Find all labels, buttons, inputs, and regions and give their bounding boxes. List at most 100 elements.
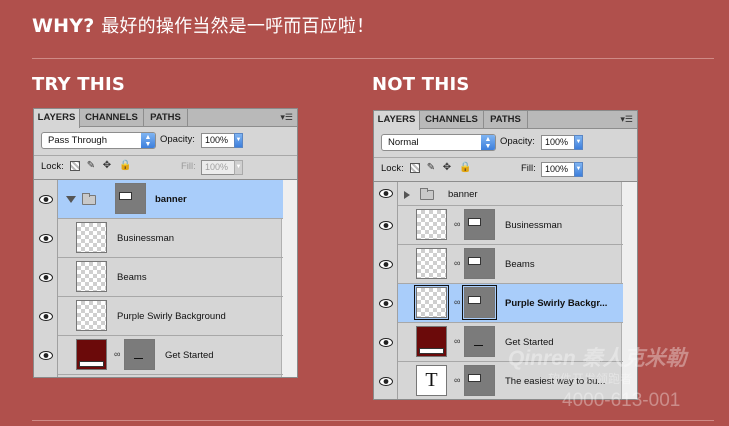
tab-layers[interactable]: LAYERS <box>34 109 80 128</box>
headline-rest: 最好的操作当然是一呼而百应啦！ <box>101 16 375 37</box>
mask-thumbnail <box>124 339 155 370</box>
lock-move-icon[interactable]: ✥ <box>102 161 112 171</box>
tab-channels[interactable]: CHANNELS <box>80 109 144 127</box>
tab-paths[interactable]: PATHS <box>144 109 188 127</box>
fill-label: Fill: <box>181 161 196 172</box>
layer-name: Businessman <box>117 233 175 244</box>
lock-all-icon[interactable]: 🔒 <box>119 161 131 171</box>
panel-menu-icon[interactable]: ▾☰ <box>620 114 633 125</box>
lock-transparency-icon[interactable] <box>70 161 80 171</box>
eye-icon[interactable] <box>39 351 53 360</box>
page-headline: WHY? 最好的操作当然是一呼而百应啦！ <box>32 12 374 38</box>
layer-businessman[interactable]: ∞ Businessman <box>398 206 623 245</box>
lock-brush-icon[interactable]: ✎ <box>86 161 96 171</box>
fill-arrow-icon[interactable]: ▼ <box>234 160 243 175</box>
divider-bottom <box>32 420 714 421</box>
mask-thumbnail <box>464 365 495 396</box>
not-this-heading: NOT THIS <box>372 74 470 95</box>
layer-name: Purple Swirly Background <box>117 311 226 322</box>
layer-get-started[interactable]: ∞ Get Started <box>58 336 283 375</box>
fill-arrow-icon[interactable]: ▼ <box>574 162 583 177</box>
select-arrows-icon: ▲ ▼ <box>481 135 495 150</box>
layer-name: Beams <box>117 272 147 283</box>
lock-brush-icon[interactable]: ✎ <box>426 163 436 173</box>
tab-paths[interactable]: PATHS <box>484 111 528 129</box>
eye-icon[interactable] <box>379 189 393 198</box>
layer-banner[interactable]: banner <box>398 182 623 206</box>
layer-beams[interactable]: Beams <box>58 258 283 297</box>
layer-thumbnail <box>416 248 447 279</box>
lock-move-icon[interactable]: ✥ <box>442 163 452 173</box>
layer-thumbnail <box>115 183 146 214</box>
layer-name: Beams <box>505 259 535 270</box>
watermark: Qinren 秦人克米勒 软件开发领跑者 4000-613-001 <box>500 340 725 414</box>
expand-triangle-icon[interactable] <box>66 196 76 203</box>
lock-transparency-icon[interactable] <box>410 163 420 173</box>
fill-field[interactable]: 100% <box>201 160 235 175</box>
link-icon[interactable]: ∞ <box>454 336 460 347</box>
layer-purple-swirly-background[interactable]: ∞ Purple Swirly Backgr... <box>398 284 623 323</box>
layers-panel-try: LAYERS CHANNELS PATHS ▾☰ Pass Through ▲ ▼ … <box>33 108 298 378</box>
watermark-line-3: 4000-613-001 <box>562 390 681 411</box>
mask-thumbnail <box>464 209 495 240</box>
eye-icon[interactable] <box>379 260 393 269</box>
eye-icon[interactable] <box>379 338 393 347</box>
folder-icon <box>82 193 96 205</box>
panel-menu-icon[interactable]: ▾☰ <box>280 112 293 123</box>
blend-mode-value: Pass Through <box>48 135 107 146</box>
layer-purple-swirly-background[interactable]: Purple Swirly Background <box>58 297 283 336</box>
lock-all-icon[interactable]: 🔒 <box>459 163 471 173</box>
scrollbar[interactable] <box>281 180 297 377</box>
visibility-column <box>374 182 398 399</box>
layer-name: banner <box>448 189 478 200</box>
opacity-field[interactable]: 100% <box>201 133 235 148</box>
eye-icon[interactable] <box>39 273 53 282</box>
collapsed-triangle-icon[interactable] <box>404 191 410 199</box>
layer-name: Businessman <box>505 220 563 231</box>
layer-thumbnail <box>76 300 107 331</box>
mask-thumbnail <box>464 248 495 279</box>
text-layer-icon: T <box>416 365 447 396</box>
lock-label: Lock: <box>41 161 64 172</box>
layer-name: Purple Swirly Backgr... <box>505 298 608 309</box>
layer-thumbnail <box>416 209 447 240</box>
link-icon[interactable]: ∞ <box>114 349 120 360</box>
panel-tabs: LAYERS CHANNELS PATHS ▾☰ <box>34 109 297 128</box>
opacity-label: Opacity: <box>500 136 535 147</box>
tab-layers[interactable]: LAYERS <box>374 111 420 130</box>
blend-mode-select[interactable]: Normal ▲ ▼ <box>381 134 496 151</box>
layer-beams[interactable]: ∞ Beams <box>398 245 623 284</box>
eye-icon[interactable] <box>39 195 53 204</box>
opacity-arrow-icon[interactable]: ▼ <box>574 135 583 150</box>
layer-thumbnail <box>76 339 107 370</box>
layer-businessman[interactable]: Businessman <box>58 219 283 258</box>
eye-icon[interactable] <box>379 299 393 308</box>
layer-name: banner <box>155 194 187 205</box>
eye-icon[interactable] <box>379 377 393 386</box>
opacity-arrow-icon[interactable]: ▼ <box>234 133 243 148</box>
try-this-heading: TRY THIS <box>32 74 126 95</box>
lock-label: Lock: <box>381 163 404 174</box>
link-icon[interactable]: ∞ <box>454 375 460 386</box>
fill-field[interactable]: 100% <box>541 162 575 177</box>
eye-icon[interactable] <box>379 221 393 230</box>
watermark-line-2: 软件开发领跑者 <box>548 372 633 386</box>
layer-banner[interactable]: banner <box>58 180 283 219</box>
eye-icon[interactable] <box>39 234 53 243</box>
layer-thumbnail <box>416 326 447 357</box>
layer-thumbnail <box>76 261 107 292</box>
divider-top <box>32 58 714 59</box>
link-icon[interactable]: ∞ <box>454 297 460 308</box>
link-icon[interactable]: ∞ <box>454 219 460 230</box>
layer-thumbnail <box>76 222 107 253</box>
tab-channels[interactable]: CHANNELS <box>420 111 484 129</box>
layer-name: Get Started <box>165 350 214 361</box>
link-icon[interactable]: ∞ <box>454 258 460 269</box>
folder-icon <box>420 188 434 200</box>
watermark-line-1: Qinren 秦人克米勒 <box>508 347 687 370</box>
blend-mode-value: Normal <box>388 137 419 148</box>
panel-tabs: LAYERS CHANNELS PATHS ▾☰ <box>374 111 637 130</box>
opacity-field[interactable]: 100% <box>541 135 575 150</box>
eye-icon[interactable] <box>39 312 53 321</box>
blend-mode-select[interactable]: Pass Through ▲ ▼ <box>41 132 156 149</box>
